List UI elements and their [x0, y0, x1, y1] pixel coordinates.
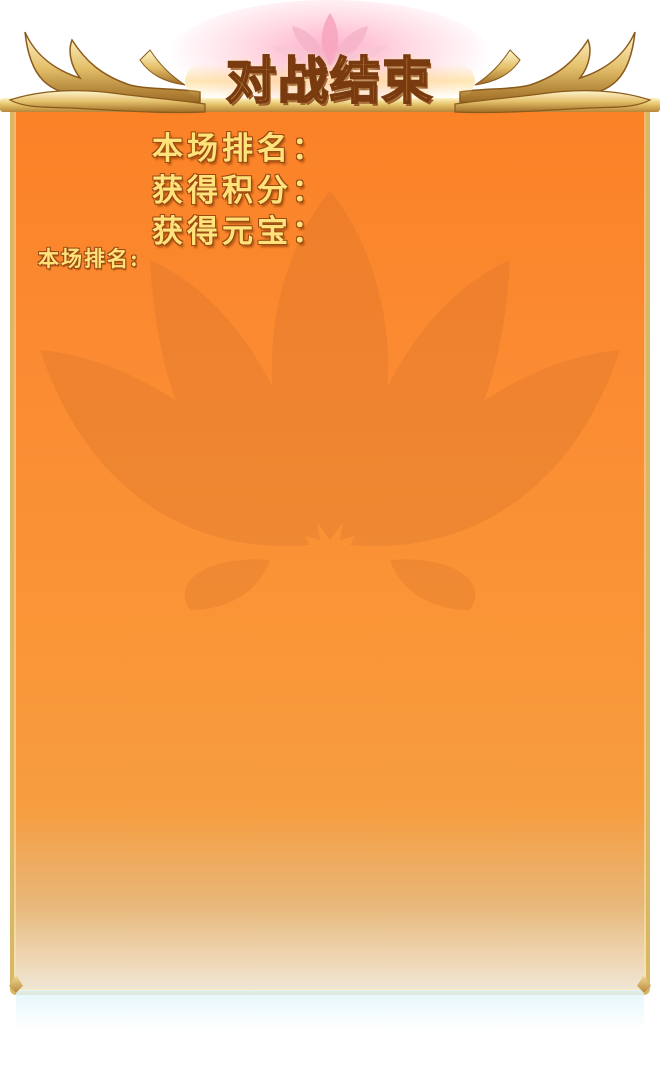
rank-row: 本场排名：	[152, 125, 339, 167]
ingots-label: 获得元宝：	[152, 213, 327, 250]
lotus-watermark-icon	[40, 190, 620, 610]
panel-bottom-glow	[16, 990, 644, 1030]
page-title: 对战结束	[225, 50, 434, 111]
rank-label: 本场排名：	[152, 130, 327, 167]
gold-wing-ornament-icon	[8, 31, 206, 114]
battle-result-screen: 对战结束 本场排名： 获得积分： 获得元宝： 本场排名:	[0, 0, 660, 1065]
points-label: 获得积分：	[152, 172, 327, 209]
rank-label-small: 本场排名:	[38, 246, 140, 271]
gold-wing-ornament-icon	[454, 31, 652, 114]
points-row: 获得积分：	[152, 167, 339, 209]
title-banner: 对战结束	[185, 42, 475, 112]
ingots-row: 获得元宝：	[152, 208, 327, 250]
